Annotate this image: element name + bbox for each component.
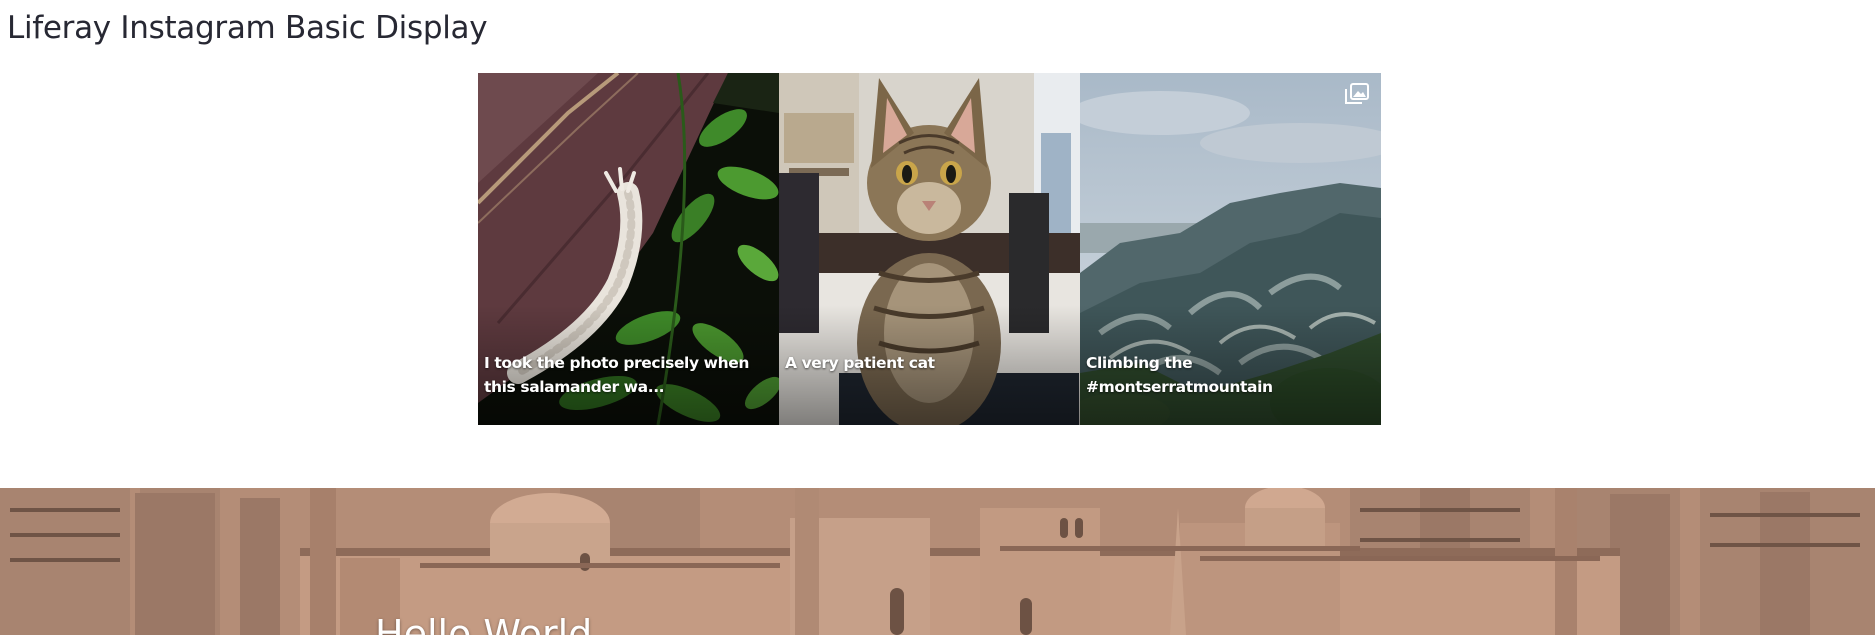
instagram-post[interactable]: A very patient cat [779,73,1080,425]
hero-banner: Hello World [0,488,1875,635]
post-caption: A very patient cat [785,354,935,372]
cityscape-photo [0,488,1875,635]
album-icon [1345,83,1369,104]
instagram-gallery: I took the photo precisely when this sal… [478,73,1383,425]
instagram-post[interactable]: Climbing the #montserratmountain [1080,73,1381,425]
portlet-title: Liferay Instagram Basic Display [7,10,488,46]
post-caption: Climbing the #montserratmountain [1086,354,1273,396]
page: Liferay Instagram Basic Display I took t… [0,0,1875,635]
banner-title: Hello World [375,612,593,635]
instagram-post[interactable]: I took the photo precisely when this sal… [478,73,779,425]
post-caption: I took the photo precisely when this sal… [484,354,749,396]
